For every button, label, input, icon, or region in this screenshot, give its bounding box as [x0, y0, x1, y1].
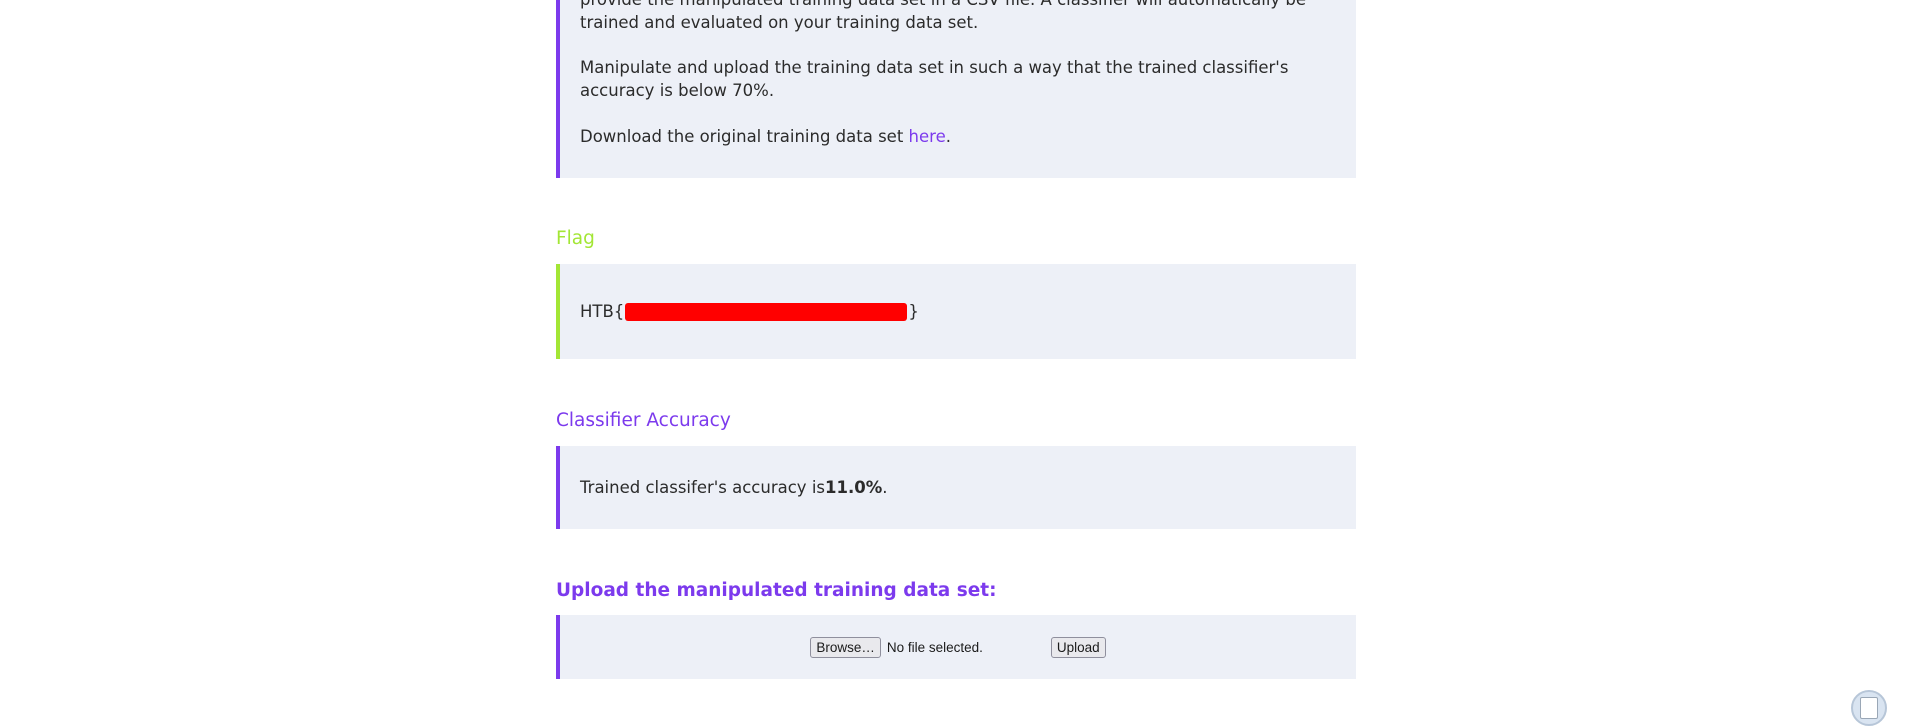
- download-text: Download the original training data set …: [580, 125, 1336, 148]
- download-link[interactable]: here: [909, 127, 946, 146]
- download-prefix: Download the original training data set: [580, 127, 909, 146]
- flag-suffix: }: [908, 302, 919, 321]
- content-column: provide the manipulated training data se…: [556, 0, 1356, 679]
- browse-button[interactable]: Browse…: [810, 636, 881, 658]
- accuracy-prefix: Trained classifer's accuracy is: [580, 478, 825, 497]
- accuracy-value: 11.0%: [825, 478, 883, 497]
- instructions-box: provide the manipulated training data se…: [556, 0, 1356, 178]
- flag-redaction: [625, 302, 908, 321]
- upload-button[interactable]: Upload: [1050, 636, 1106, 658]
- file-status: No file selected.: [886, 639, 983, 655]
- page: provide the manipulated training data se…: [0, 0, 1914, 726]
- instructions-text: provide the manipulated training data se…: [580, 0, 1306, 32]
- goal-text: Manipulate and upload the training data …: [580, 58, 1289, 100]
- flag-heading: Flag: [556, 228, 595, 249]
- accuracy-suffix: .: [882, 478, 888, 497]
- accuracy-heading: Classifier Accuracy: [556, 410, 731, 431]
- flag-box: HTB{}: [556, 264, 1356, 359]
- accuracy-box: Trained classifer's accuracy is 11.0%.: [556, 446, 1356, 529]
- upload-form: Browse… No file selected. Upload: [556, 615, 1356, 679]
- clipboard-sheet-icon: [1860, 697, 1878, 719]
- flag-prefix: HTB{: [580, 302, 625, 321]
- download-suffix: .: [945, 127, 951, 146]
- clipboard-icon[interactable]: [1851, 690, 1887, 726]
- upload-heading: Upload the manipulated training data set…: [556, 580, 997, 601]
